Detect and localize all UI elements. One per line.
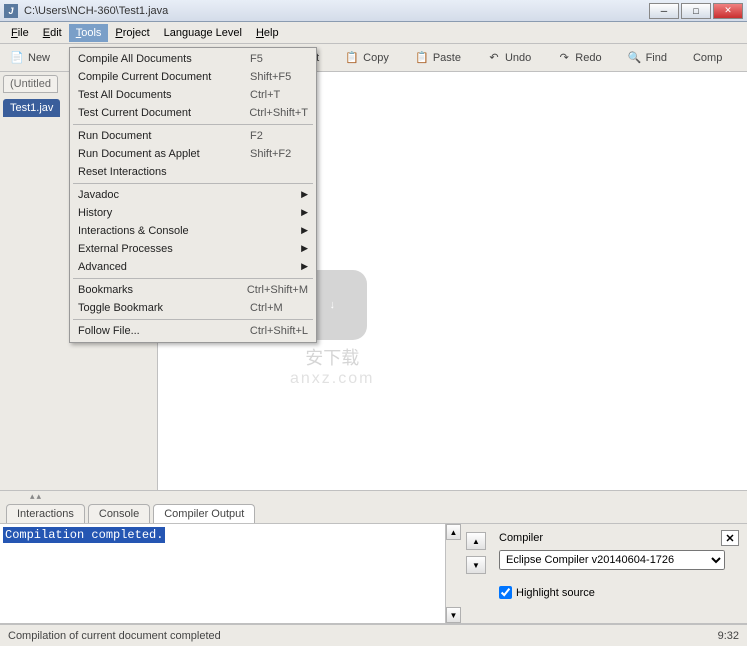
- tab-console[interactable]: Console: [88, 504, 150, 523]
- titlebar: J C:\Users\NCH-360\Test1.java ─ □ ✕: [0, 0, 747, 22]
- menu-file[interactable]: File: [4, 24, 36, 42]
- output-area: Compilation completed. ▲ ▼ ▲ ▼ Compiler …: [0, 524, 747, 624]
- compiler-label: Compiler: [499, 532, 543, 544]
- new-label: New: [28, 52, 50, 64]
- resize-grip[interactable]: ▴▴: [0, 490, 747, 502]
- tab-compiler-output[interactable]: Compiler Output: [153, 504, 255, 523]
- menu-separator: [73, 183, 313, 184]
- undo-button[interactable]: ↶ Undo: [483, 49, 535, 67]
- menu-reset-interactions[interactable]: Reset Interactions: [70, 163, 316, 181]
- compile-button[interactable]: Comp: [689, 50, 726, 66]
- menu-external-processes[interactable]: External Processes▶: [70, 240, 316, 258]
- compile-label: Comp: [693, 52, 722, 64]
- menu-separator: [73, 124, 313, 125]
- menu-run-document[interactable]: Run DocumentF2: [70, 127, 316, 145]
- compiler-select[interactable]: Eclipse Compiler v20140604-1726: [499, 550, 725, 570]
- menu-separator: [73, 278, 313, 279]
- menu-javadoc[interactable]: Javadoc▶: [70, 186, 316, 204]
- maximize-button[interactable]: □: [681, 3, 711, 19]
- find-label: Find: [646, 52, 667, 64]
- tab-test1[interactable]: Test1.jav: [3, 99, 60, 117]
- redo-icon: ↷: [557, 51, 571, 65]
- prev-error-button[interactable]: ▲: [466, 532, 486, 550]
- scroll-down-icon[interactable]: ▼: [446, 607, 461, 623]
- tools-dropdown: Compile All DocumentsF5 Compile Current …: [69, 47, 317, 343]
- copy-label: Copy: [363, 52, 389, 64]
- scrollbar[interactable]: ▲ ▼: [445, 524, 461, 623]
- output-message: Compilation completed.: [3, 527, 165, 543]
- menubar: File Edit Tools Project Language Level H…: [0, 22, 747, 44]
- next-error-button[interactable]: ▼: [466, 556, 486, 574]
- scroll-up-icon[interactable]: ▲: [446, 524, 461, 540]
- chevron-right-icon: ▶: [301, 261, 308, 273]
- menu-history[interactable]: History▶: [70, 204, 316, 222]
- status-message: Compilation of current document complete…: [8, 630, 221, 642]
- paste-label: Paste: [433, 52, 461, 64]
- chevron-right-icon: ▶: [301, 189, 308, 201]
- menu-bookmarks[interactable]: BookmarksCtrl+Shift+M: [70, 281, 316, 299]
- tab-interactions[interactable]: Interactions: [6, 504, 85, 523]
- compiler-panel: Compiler ✕ Eclipse Compiler v20140604-17…: [491, 524, 747, 623]
- window-controls: ─ □ ✕: [647, 3, 743, 19]
- copy-button[interactable]: 📋 Copy: [341, 49, 393, 67]
- paste-button[interactable]: 📋 Paste: [411, 49, 465, 67]
- window-title: C:\Users\NCH-360\Test1.java: [24, 5, 168, 17]
- redo-button[interactable]: ↷ Redo: [553, 49, 605, 67]
- compiler-output[interactable]: Compilation completed. ▲ ▼: [0, 524, 461, 623]
- menu-compile-current[interactable]: Compile Current DocumentShift+F5: [70, 68, 316, 86]
- close-button[interactable]: ✕: [713, 3, 743, 19]
- highlight-source-checkbox[interactable]: Highlight source: [499, 586, 739, 599]
- chevron-right-icon: ▶: [301, 207, 308, 219]
- menu-test-current[interactable]: Test Current DocumentCtrl+Shift+T: [70, 104, 316, 122]
- new-button[interactable]: 📄 New: [6, 49, 54, 67]
- menu-tools[interactable]: Tools: [69, 24, 109, 42]
- menu-separator: [73, 319, 313, 320]
- menu-interactions-console[interactable]: Interactions & Console▶: [70, 222, 316, 240]
- highlight-label: Highlight source: [516, 587, 595, 599]
- bottom-tabs: Interactions Console Compiler Output: [0, 502, 747, 524]
- app-icon: J: [4, 4, 18, 18]
- menu-test-all[interactable]: Test All DocumentsCtrl+T: [70, 86, 316, 104]
- menu-compile-all[interactable]: Compile All DocumentsF5: [70, 50, 316, 68]
- menu-edit[interactable]: Edit: [36, 24, 69, 42]
- menu-run-applet[interactable]: Run Document as AppletShift+F2: [70, 145, 316, 163]
- minimize-button[interactable]: ─: [649, 3, 679, 19]
- menu-toggle-bookmark[interactable]: Toggle BookmarkCtrl+M: [70, 299, 316, 317]
- chevron-right-icon: ▶: [301, 243, 308, 255]
- menu-follow-file[interactable]: Follow File...Ctrl+Shift+L: [70, 322, 316, 340]
- status-time: 9:32: [718, 630, 739, 642]
- statusbar: Compilation of current document complete…: [0, 624, 747, 646]
- error-nav: ▲ ▼: [461, 524, 491, 623]
- undo-icon: ↶: [487, 51, 501, 65]
- close-panel-button[interactable]: ✕: [721, 530, 739, 546]
- undo-label: Undo: [505, 52, 531, 64]
- menu-help[interactable]: Help: [249, 24, 286, 42]
- redo-label: Redo: [575, 52, 601, 64]
- copy-icon: 📋: [345, 51, 359, 65]
- new-icon: 📄: [10, 51, 24, 65]
- tab-untitled[interactable]: (Untitled: [3, 75, 58, 93]
- paste-icon: 📋: [415, 51, 429, 65]
- menu-advanced[interactable]: Advanced▶: [70, 258, 316, 276]
- find-button[interactable]: 🔍 Find: [624, 49, 671, 67]
- menu-project[interactable]: Project: [108, 24, 156, 42]
- menu-language-level[interactable]: Language Level: [157, 24, 249, 42]
- chevron-right-icon: ▶: [301, 225, 308, 237]
- find-icon: 🔍: [628, 51, 642, 65]
- highlight-checkbox[interactable]: [499, 586, 512, 599]
